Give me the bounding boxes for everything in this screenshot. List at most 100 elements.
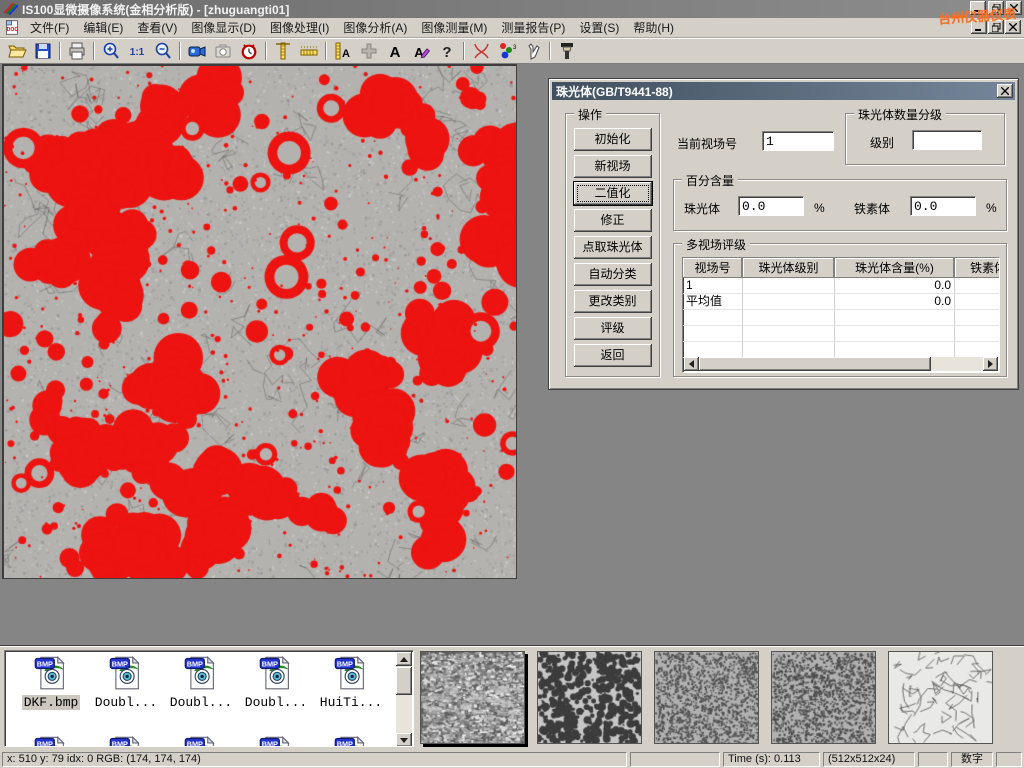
move-tool-button[interactable] — [356, 40, 382, 62]
file-item[interactable]: BMP — [241, 735, 311, 747]
pen-tool-button[interactable] — [520, 40, 546, 62]
table-cell — [743, 294, 835, 310]
ferrite-percent-input[interactable] — [910, 196, 976, 216]
scroll-up-button[interactable] — [396, 652, 412, 666]
micrograph-canvas[interactable] — [4, 66, 516, 578]
menu-image-measure[interactable]: 图像测量(M) — [414, 17, 494, 38]
operations-buttons: 初始化新视场二值化修正点取珠光体自动分类更改类别评级返回 — [566, 114, 659, 367]
count-markers-button[interactable]: 3 — [494, 40, 520, 62]
file-item[interactable]: BMP — [166, 735, 236, 747]
dialog-title-bar[interactable]: 珠光体(GB/T9441-88) — [552, 82, 1015, 100]
menu-view[interactable]: 查看(V) — [130, 17, 184, 38]
menu-image-analysis[interactable]: 图像分析(A) — [336, 17, 414, 38]
gallery-thumbnail[interactable] — [771, 651, 876, 744]
open-button[interactable] — [4, 40, 30, 62]
svg-text:BMP: BMP — [112, 659, 128, 668]
menu-help[interactable]: 帮助(H) — [626, 17, 681, 38]
file-vertical-scrollbar[interactable] — [396, 652, 412, 747]
save-button[interactable] — [30, 40, 56, 62]
close-button[interactable] — [1006, 1, 1022, 15]
gallery-thumbnail[interactable] — [654, 651, 759, 744]
initialize-button[interactable]: 初始化 — [574, 128, 652, 151]
file-item[interactable]: BMPDoubl... — [241, 655, 311, 710]
table-row[interactable]: 平均值0.0 — [683, 294, 999, 310]
zoom-out-button[interactable] — [150, 40, 176, 62]
title-bar: IS100显微摄像系统(金相分析版) - [zhuguangti01] — [0, 0, 1024, 18]
rate-button[interactable]: 评级 — [574, 317, 652, 340]
gallery-thumbnail[interactable] — [420, 651, 525, 744]
mdi-close-button[interactable] — [1005, 20, 1021, 34]
correct-button[interactable]: 修正 — [574, 209, 652, 232]
table-row[interactable] — [683, 326, 999, 342]
change-class-button[interactable]: 更改类别 — [574, 290, 652, 313]
scroll-down-button[interactable] — [396, 733, 412, 747]
curve-tool-button[interactable] — [468, 40, 494, 62]
video-capture-button[interactable] — [184, 40, 210, 62]
svg-text:BMP: BMP — [337, 739, 353, 747]
binarize-button[interactable]: 二值化 — [574, 182, 652, 205]
table-col-header[interactable]: 珠光体含量(%) — [835, 258, 955, 278]
dialog-close-button[interactable] — [997, 84, 1013, 98]
scrollbar-thumb[interactable] — [699, 357, 931, 371]
table-horizontal-scrollbar[interactable] — [684, 357, 998, 371]
gallery-thumbnail[interactable] — [888, 651, 993, 744]
table-row[interactable] — [683, 342, 999, 358]
table-col-header[interactable]: 珠光体级别 — [743, 258, 835, 278]
table-row[interactable] — [683, 310, 999, 326]
scrollbar-thumb[interactable] — [396, 667, 412, 695]
pearlite-percent-input[interactable] — [738, 196, 804, 216]
camera-capture-button[interactable] — [210, 40, 236, 62]
annotate-tool-button[interactable]: A — [408, 40, 434, 62]
svg-text:BMP: BMP — [262, 739, 278, 747]
help-button[interactable]: ? — [434, 40, 460, 62]
file-item[interactable]: BMP — [16, 735, 86, 747]
auto-classify-button[interactable]: 自动分类 — [574, 263, 652, 286]
cross-icon — [359, 41, 379, 61]
file-item[interactable]: BMP — [91, 735, 161, 747]
file-name: Doubl... — [243, 695, 309, 710]
svg-text:BMP: BMP — [187, 739, 203, 747]
gallery-thumbnail[interactable] — [537, 651, 642, 744]
measure-horizontal-button[interactable] — [296, 40, 322, 62]
file-item[interactable]: BMPDoubl... — [166, 655, 236, 710]
table-row[interactable]: 10.0 — [683, 278, 999, 294]
status-time: Time (s): 0.113 — [723, 752, 820, 767]
brush-tool-button[interactable] — [554, 40, 580, 62]
menu-settings[interactable]: 设置(S) — [572, 17, 626, 38]
menu-file[interactable]: 文件(F) — [23, 17, 76, 38]
return-button[interactable]: 返回 — [574, 344, 652, 367]
table-col-header[interactable]: 铁素体含量(%) — [955, 258, 1000, 278]
pick-pearlite-button[interactable]: 点取珠光体 — [574, 236, 652, 259]
text-tool-button[interactable]: A — [382, 40, 408, 62]
print-button[interactable] — [64, 40, 90, 62]
mdi-restore-button[interactable] — [988, 20, 1004, 34]
menu-bar: DOC 文件(F)编辑(E)查看(V)图像显示(D)图像处理(I)图像分析(A)… — [0, 18, 1024, 38]
menu-image-process[interactable]: 图像处理(I) — [263, 17, 336, 38]
menu-image-display[interactable]: 图像显示(D) — [184, 17, 263, 38]
file-item[interactable]: BMP — [316, 735, 386, 747]
grade-input[interactable] — [912, 130, 982, 150]
menu-edit[interactable]: 编辑(E) — [76, 17, 130, 38]
table-col-header[interactable]: 视场号 — [683, 258, 743, 278]
status-empty-2 — [918, 752, 948, 767]
zoom-in-button[interactable] — [98, 40, 124, 62]
arrow-left-icon — [689, 360, 694, 368]
print-icon — [67, 41, 87, 61]
new-field-button[interactable]: 新视场 — [574, 155, 652, 178]
calibration-button[interactable]: A — [330, 40, 356, 62]
scroll-left-button[interactable] — [684, 357, 699, 371]
minimize-button[interactable] — [970, 1, 986, 15]
save-floppy-icon — [33, 41, 53, 61]
actual-size-button[interactable]: 1:1 — [124, 40, 150, 62]
mdi-minimize-button[interactable] — [971, 20, 987, 34]
calibration-ruler-icon: A — [333, 41, 353, 61]
file-item[interactable]: BMPDKF.bmp — [16, 655, 86, 710]
measure-vertical-button[interactable] — [270, 40, 296, 62]
current-field-input[interactable] — [762, 131, 834, 151]
file-item[interactable]: BMPHuiTi... — [316, 655, 386, 710]
scroll-right-button[interactable] — [983, 357, 998, 371]
file-item[interactable]: BMPDoubl... — [91, 655, 161, 710]
restore-button[interactable] — [988, 1, 1004, 15]
timer-button[interactable] — [236, 40, 262, 62]
menu-report[interactable]: 测量报告(P) — [494, 17, 572, 38]
